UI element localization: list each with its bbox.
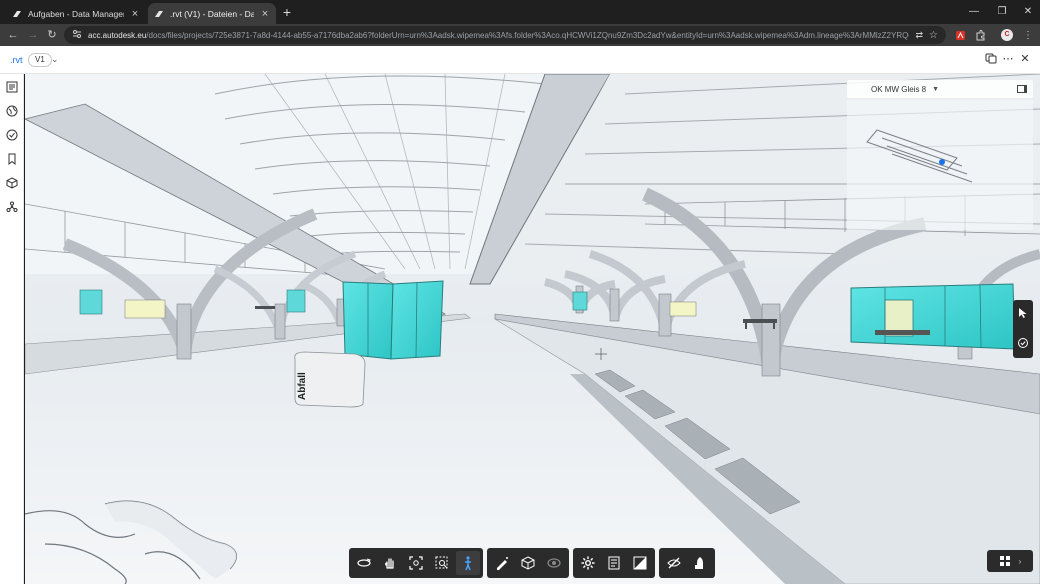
tab-title: .rvt (V1) - Dateien - Data Mana — [170, 8, 254, 19]
version-badge[interactable]: V1 — [28, 53, 52, 67]
minimap-model-icon — [866, 129, 973, 183]
section-box-icon[interactable] — [516, 551, 540, 575]
globe-icon[interactable] — [5, 104, 19, 118]
navigation-tools — [349, 548, 483, 578]
select-cursor-icon[interactable] — [1016, 306, 1030, 320]
level-selector[interactable]: OK MW Gleis 8 ▼ — [847, 80, 1033, 98]
glass-shelter-center — [342, 280, 444, 360]
pdf-extension-icon[interactable] — [954, 29, 966, 41]
more-options-icon[interactable]: ⋯ — [1001, 52, 1015, 66]
explode-icon[interactable] — [542, 551, 566, 575]
waste-bin-label: Abfall — [297, 372, 308, 400]
check-circle-icon[interactable] — [1016, 336, 1030, 350]
close-viewer-icon[interactable]: ✕ — [1018, 52, 1032, 66]
caret-down-icon[interactable]: ▼ — [932, 86, 939, 93]
side-tool-strip — [1013, 300, 1033, 358]
orbit-icon[interactable] — [352, 551, 376, 575]
settings-icon[interactable] — [576, 551, 600, 575]
reload-icon[interactable]: ↻ — [45, 28, 59, 42]
minimap[interactable] — [847, 100, 1033, 230]
glass-shelter-right — [850, 283, 1016, 350]
address-bar[interactable]: acc.autodesk.eu/docs/files/projects/725e… — [64, 26, 946, 44]
panel-toggle-icon[interactable] — [1017, 85, 1027, 93]
translate-icon[interactable]: ⇄ — [915, 30, 923, 41]
new-tab-button[interactable]: + — [280, 5, 294, 20]
compare-icon[interactable] — [984, 52, 998, 66]
layout-toggle-button[interactable]: › — [987, 550, 1033, 572]
viewer-header: .rvt V1 ⌄ ⋯ ✕ — [0, 46, 1040, 74]
forward-icon[interactable]: → — [26, 28, 40, 42]
autodesk-favicon-icon — [12, 9, 22, 19]
profile-avatar[interactable]: C — [1001, 29, 1013, 41]
pan-icon[interactable] — [378, 551, 402, 575]
tab-aufgaben[interactable]: Aufgaben - Data Management × — [6, 3, 146, 24]
model-browser-icon[interactable] — [5, 80, 19, 94]
star-icon[interactable]: ☆ — [929, 30, 938, 41]
restore-icon[interactable]: ❐ — [994, 4, 1010, 20]
model-viewport[interactable]: Abfall OK MW Gleis 8 ▼ › — [25, 74, 1040, 584]
measure-tools — [487, 548, 569, 578]
chevron-down-icon[interactable]: ⌄ — [51, 54, 59, 65]
autodesk-favicon-icon — [154, 9, 164, 19]
url-host: acc.autodesk.eu — [88, 30, 147, 40]
close-window-icon[interactable]: ✕ — [1020, 4, 1036, 20]
extensions-icon[interactable] — [974, 29, 986, 41]
tab-dateien[interactable]: .rvt (V1) - Dateien - Data Mana × — [148, 3, 276, 24]
browser-menu-icon[interactable]: ⋮ — [1022, 29, 1034, 41]
zoom-window-icon[interactable] — [430, 551, 454, 575]
browser-toolbar: ← → ↻ acc.autodesk.eu/docs/files/project… — [0, 24, 1040, 46]
model-structure-icon[interactable] — [628, 551, 652, 575]
network-icon[interactable] — [5, 200, 19, 214]
grid-icon — [999, 556, 1010, 566]
checklist-icon[interactable] — [5, 128, 19, 142]
waste-bin: Abfall — [294, 351, 366, 408]
tab-close-icon[interactable]: × — [130, 8, 140, 19]
url-text[interactable]: acc.autodesk.eu/docs/files/projects/725e… — [88, 31, 909, 40]
settings-tools — [573, 548, 655, 578]
viewer-toolbar — [349, 548, 715, 578]
isolate-icon[interactable] — [688, 551, 712, 575]
bookmark-icon[interactable] — [5, 152, 19, 166]
first-person-icon[interactable] — [456, 551, 480, 575]
site-info-icon[interactable] — [72, 26, 82, 44]
properties-icon[interactable] — [602, 551, 626, 575]
cube-icon[interactable] — [5, 176, 19, 190]
view-tools — [659, 548, 715, 578]
profile-letter: C — [1001, 29, 1013, 41]
url-path: /docs/files/projects/725e3871-7a8d-4144-… — [146, 30, 910, 40]
fit-view-icon[interactable] — [404, 551, 428, 575]
markup-pen-icon[interactable] — [490, 551, 514, 575]
level-name: OK MW Gleis 8 — [871, 84, 927, 94]
browser-tab-bar: Aufgaben - Data Management × .rvt (V1) -… — [0, 0, 1040, 24]
tab-close-icon[interactable]: × — [260, 8, 270, 19]
chevron-right-icon[interactable]: › — [1019, 557, 1022, 566]
hide-icon[interactable] — [662, 551, 686, 575]
file-name: .rvt — [10, 55, 23, 65]
left-toolbar — [0, 74, 24, 584]
tab-title: Aufgaben - Data Management — [28, 8, 124, 19]
back-icon[interactable]: ← — [6, 28, 20, 42]
minimize-icon[interactable]: — — [966, 4, 982, 20]
